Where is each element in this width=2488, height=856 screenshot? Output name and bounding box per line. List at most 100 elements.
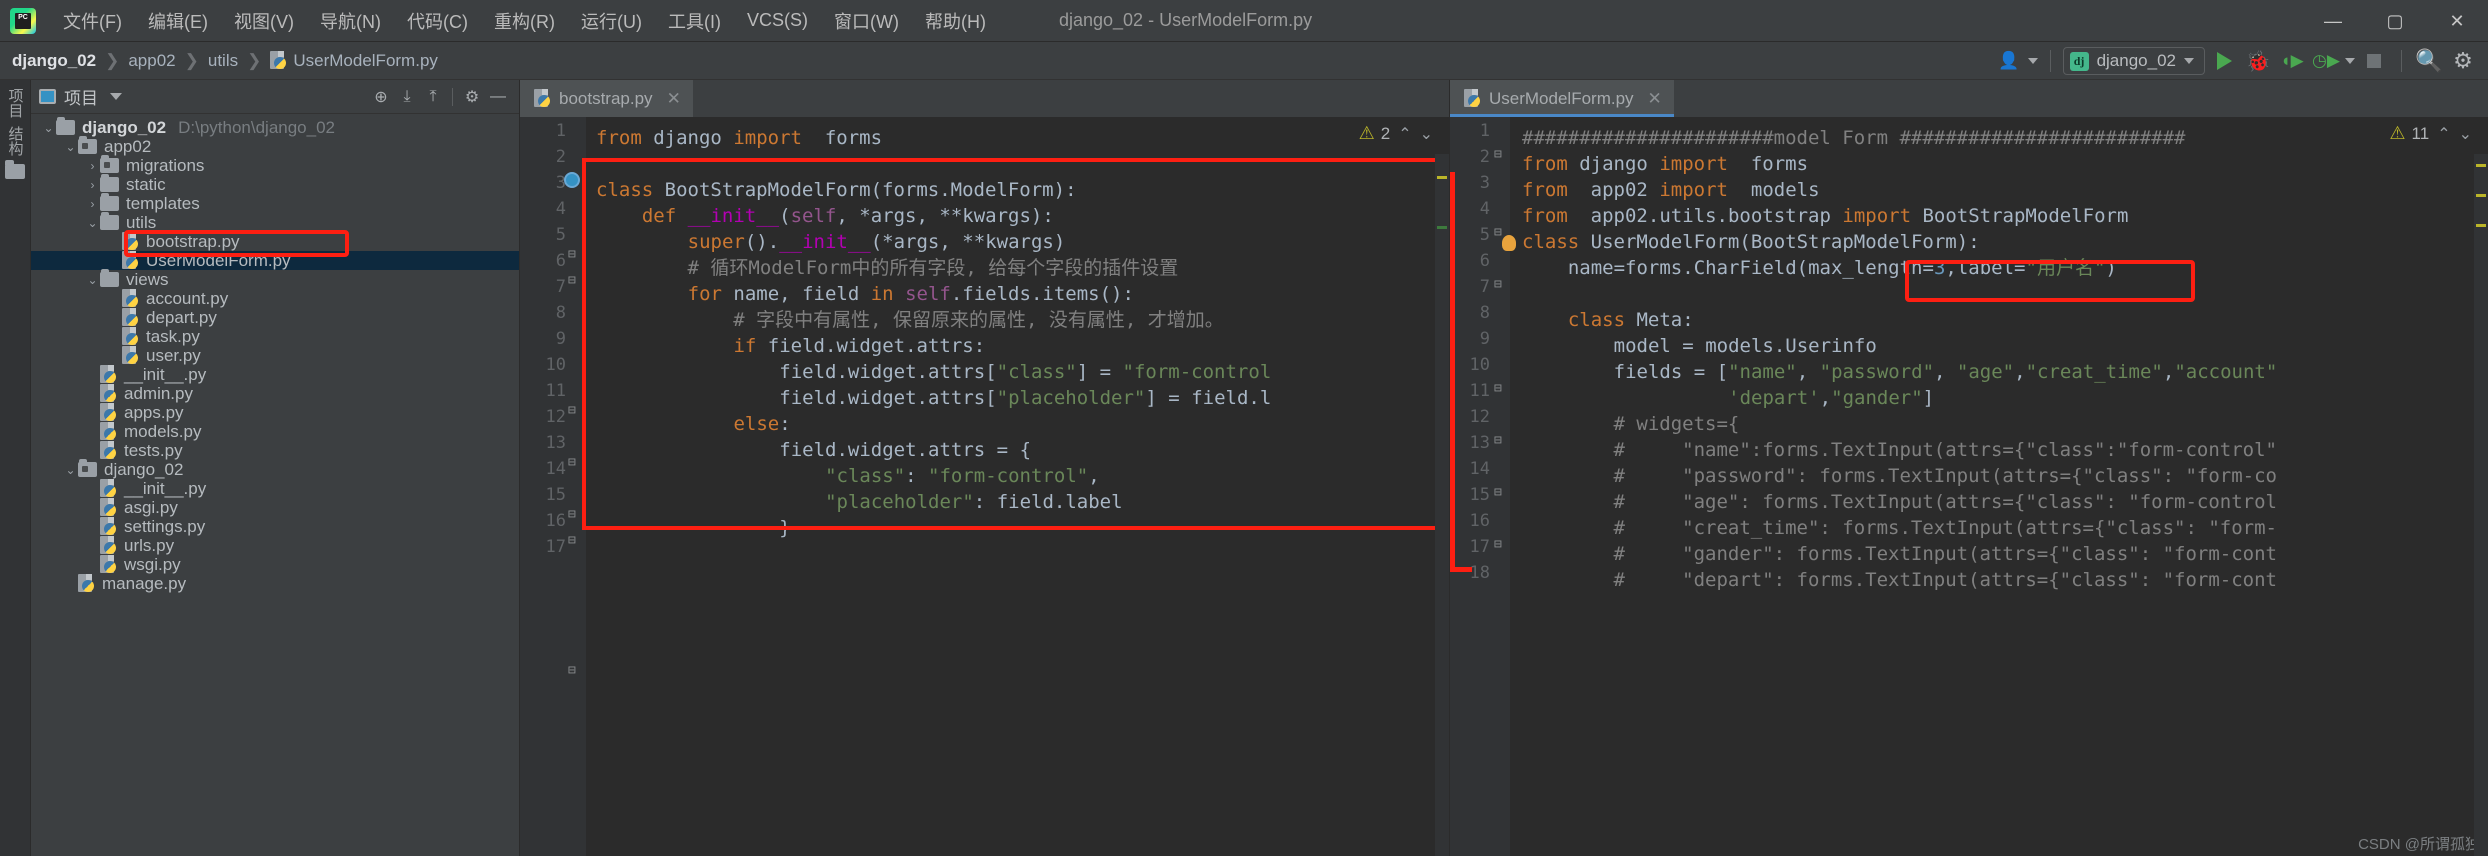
fold-marker-icon[interactable]: ⊟ <box>568 247 576 262</box>
scrollbar-left[interactable] <box>1435 154 1449 856</box>
menu-refactor[interactable]: 重构(R) <box>481 4 568 38</box>
fold-marker-icon[interactable]: ⊟ <box>1494 485 1502 500</box>
profile-icon[interactable]: ◷▶ <box>2311 46 2341 76</box>
tree-item-templates[interactable]: › templates <box>31 193 519 213</box>
collapse-all-icon[interactable]: ⤒ <box>420 84 446 110</box>
menu-edit[interactable]: 编辑(E) <box>135 4 221 38</box>
fold-marker-icon[interactable]: ⊟ <box>1494 381 1502 396</box>
close-icon[interactable]: ✕ <box>667 89 681 109</box>
run-play-icon[interactable] <box>2209 46 2239 76</box>
breadcrumb-project[interactable]: django_02 <box>12 51 96 71</box>
sidebar-tab-structure[interactable]: 结构 <box>5 126 26 156</box>
code-line: model = models.Userinfo <box>1613 335 1877 357</box>
chevron-down-icon[interactable]: ⌄ <box>1420 124 1433 144</box>
stop-square-icon[interactable] <box>2359 46 2389 76</box>
sidebar-tab-project[interactable]: 项目 <box>5 88 26 118</box>
tree-item-__init__-py[interactable]: · __init__.py <box>31 479 519 498</box>
chevron-right-icon[interactable]: › <box>85 159 100 173</box>
tree-item-admin-py[interactable]: · admin.py <box>31 384 519 403</box>
code-editor-right[interactable]: 1 2 3 4 5 6 7 8 9 10 11 12 13 14 15 16 17 18 ############… <box>1450 117 2488 856</box>
fold-marker-icon[interactable]: ⊟ <box>1494 147 1502 162</box>
chevron-down-icon[interactable]: ⌄ <box>63 463 78 477</box>
menu-window[interactable]: 窗口(W) <box>821 4 912 38</box>
menu-vcs[interactable]: VCS(S) <box>734 6 821 35</box>
scrollbar-right[interactable] <box>2474 154 2488 856</box>
chevron-down-icon[interactable]: ⌄ <box>2459 124 2472 144</box>
chevron-down-icon[interactable]: ⌄ <box>41 121 56 135</box>
fold-marker-icon[interactable]: ⊟ <box>568 533 576 548</box>
menu-run[interactable]: 运行(U) <box>568 4 655 38</box>
menu-navigate[interactable]: 导航(N) <box>307 4 394 38</box>
tree-item-django_02[interactable]: ⌄ django_02 D:\python\django_02 <box>31 117 519 137</box>
search-icon[interactable]: 🔍 <box>2414 46 2444 76</box>
gear-icon[interactable]: ⚙ <box>2448 46 2478 76</box>
chevron-down-icon[interactable]: ⌄ <box>63 140 78 154</box>
tree-item-views[interactable]: ⌄ views <box>31 269 519 289</box>
gear-icon[interactable]: ⚙ <box>459 84 485 110</box>
tree-item-manage-py[interactable]: · manage.py <box>31 574 519 593</box>
chevron-up-icon[interactable]: ⌃ <box>1398 124 1411 144</box>
chevron-down-icon[interactable] <box>2345 58 2355 64</box>
run-gutter-icon[interactable] <box>564 172 580 188</box>
expand-all-icon[interactable]: ⤓ <box>394 84 420 110</box>
menu-file[interactable]: 文件(F) <box>50 4 135 38</box>
fold-marker-icon[interactable]: ⊟ <box>1494 433 1502 448</box>
tree-item-depart-py[interactable]: · depart.py <box>31 308 519 327</box>
chevron-right-icon[interactable]: › <box>85 178 100 192</box>
tree-item-urls-py[interactable]: · urls.py <box>31 536 519 555</box>
menu-help[interactable]: 帮助(H) <box>912 4 999 38</box>
fold-marker-icon[interactable]: ⊟ <box>568 403 576 418</box>
fold-marker-icon[interactable]: ⊟ <box>1494 277 1502 292</box>
tree-item-apps-py[interactable]: · apps.py <box>31 403 519 422</box>
chevron-down-icon[interactable] <box>110 93 122 100</box>
tree-item-__init__-py[interactable]: · __init__.py <box>31 365 519 384</box>
fold-marker-icon[interactable]: ⊟ <box>1494 225 1502 240</box>
breadcrumb-folder[interactable]: utils <box>208 51 238 71</box>
maximize-button[interactable]: ▢ <box>2364 0 2426 42</box>
chevron-right-icon[interactable]: › <box>85 197 100 211</box>
tree-item-account-py[interactable]: · account.py <box>31 289 519 308</box>
tab-bootstrap-py[interactable]: bootstrap.py ✕ <box>520 80 693 117</box>
tree-item-utils[interactable]: ⌄ utils <box>31 212 519 232</box>
run-configuration-selector[interactable]: dj django_02 <box>2062 47 2205 75</box>
code-editor-left[interactable]: 1 2 3 4 5 6 7 8 9 10 11 12 13 14 15 16 17 from django im… <box>520 117 1449 856</box>
tab-usermodelform-py[interactable]: UserModelForm.py ✕ <box>1450 80 1674 117</box>
run-coverage-icon[interactable]: ◖▶ <box>2277 46 2307 76</box>
tree-item-asgi-py[interactable]: · asgi.py <box>31 498 519 517</box>
breadcrumb-file[interactable]: UserModelForm.py <box>270 51 438 71</box>
menu-code[interactable]: 代码(C) <box>394 4 481 38</box>
fold-marker-icon[interactable]: ⊟ <box>1494 537 1502 552</box>
tree-item-settings-py[interactable]: · settings.py <box>31 517 519 536</box>
tree-item-wsgi-py[interactable]: · wsgi.py <box>31 555 519 574</box>
menu-tools[interactable]: 工具(I) <box>655 4 734 38</box>
folder-icon[interactable] <box>5 160 25 179</box>
intention-bulb-icon[interactable] <box>1502 235 1516 251</box>
tree-item-user-py[interactable]: · user.py <box>31 346 519 365</box>
close-icon[interactable]: ✕ <box>1648 89 1662 109</box>
tree-item-django_02[interactable]: ⌄ django_02 <box>31 459 519 479</box>
user-icon[interactable]: 👤 <box>1994 46 2024 76</box>
tree-item-migrations[interactable]: › migrations <box>31 155 519 175</box>
chevron-up-icon[interactable]: ⌃ <box>2437 124 2450 144</box>
locate-icon[interactable]: ⊕ <box>368 84 394 110</box>
fold-marker-icon[interactable]: ⊟ <box>568 507 576 522</box>
tree-item-models-py[interactable]: · models.py <box>31 422 519 441</box>
menu-view[interactable]: 视图(V) <box>221 4 307 38</box>
minimize-button[interactable]: — <box>2302 0 2364 42</box>
tree-item-tests-py[interactable]: · tests.py <box>31 441 519 460</box>
chevron-down-icon[interactable] <box>2027 58 2038 64</box>
fold-marker-icon[interactable]: ⊟ <box>568 663 576 678</box>
breadcrumb-app[interactable]: app02 <box>128 51 175 71</box>
tree-item-task-py[interactable]: · task.py <box>31 327 519 346</box>
tree-item-usermodelform-py[interactable]: · UserModelForm.py <box>31 251 519 270</box>
chevron-down-icon[interactable]: ⌄ <box>85 273 100 287</box>
tree-item-app02[interactable]: ⌄ app02 <box>31 136 519 156</box>
fold-marker-icon[interactable]: ⊟ <box>568 455 576 470</box>
minimize-icon[interactable]: — <box>485 84 511 110</box>
debug-bug-icon[interactable]: 🐞 <box>2243 46 2273 76</box>
tree-item-static[interactable]: › static <box>31 174 519 194</box>
chevron-down-icon[interactable]: ⌄ <box>85 216 100 230</box>
fold-marker-icon[interactable]: ⊟ <box>568 273 576 288</box>
close-button[interactable]: ✕ <box>2426 0 2488 42</box>
tree-item-bootstrap-py[interactable]: · bootstrap.py <box>31 232 519 251</box>
